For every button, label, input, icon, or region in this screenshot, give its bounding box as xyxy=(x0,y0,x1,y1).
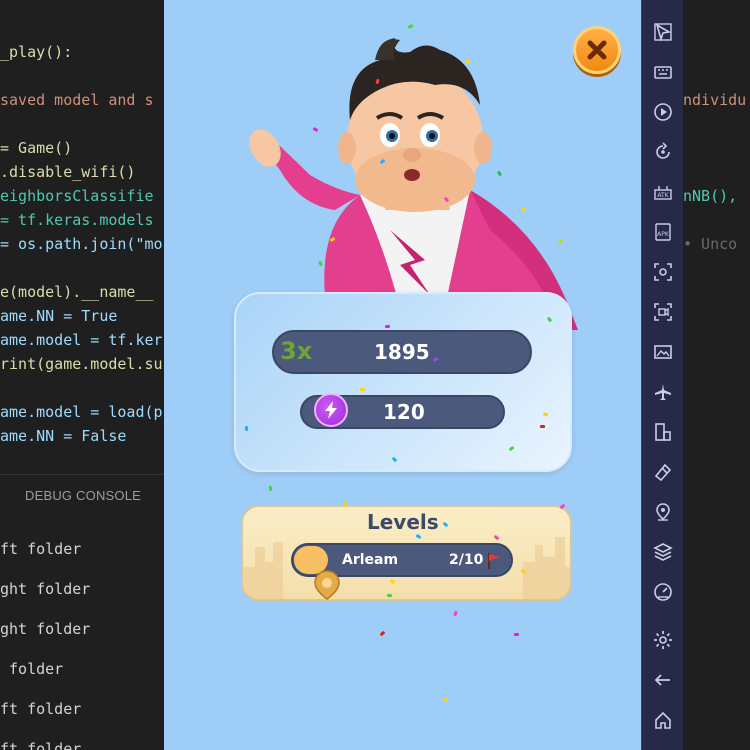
back-icon[interactable] xyxy=(651,668,675,692)
record-icon[interactable] xyxy=(651,100,675,124)
confetti-piece xyxy=(386,593,393,598)
pointer-icon[interactable] xyxy=(651,20,675,44)
home-icon[interactable] xyxy=(651,708,675,732)
atk-icon[interactable]: ATK xyxy=(651,180,675,204)
code-line: = os.path.join("mo xyxy=(0,235,163,253)
code-line: .disable_wifi() xyxy=(0,163,136,181)
screenshot-icon[interactable] xyxy=(651,260,675,284)
confetti-piece xyxy=(384,324,391,329)
confetti-piece xyxy=(244,425,249,432)
apk-icon[interactable]: APK xyxy=(651,220,675,244)
multi-window-icon[interactable] xyxy=(651,420,675,444)
gallery-icon[interactable] xyxy=(651,340,675,364)
terminal-line: folder xyxy=(0,660,64,678)
code-line: = Game() xyxy=(0,139,73,157)
svg-text:ATK: ATK xyxy=(657,192,669,199)
eraser-icon[interactable] xyxy=(651,460,675,484)
location-icon[interactable] xyxy=(651,500,675,524)
confetti-piece xyxy=(360,388,365,391)
confetti-piece xyxy=(540,425,545,428)
close-button[interactable] xyxy=(573,26,621,74)
code-line: ndividu xyxy=(683,91,747,109)
confetti-piece xyxy=(513,632,520,637)
code-line: e(model).__name__ xyxy=(0,283,154,301)
code-editor: _play():saved model and s = Game() .disabl… xyxy=(0,0,164,750)
code-line: saved model and s xyxy=(0,91,154,109)
layers-icon[interactable] xyxy=(651,540,675,564)
location-pin-icon xyxy=(314,570,340,600)
code-line: eighborsClassifie xyxy=(0,187,154,205)
svg-text:APK: APK xyxy=(657,231,670,238)
code-line: • Unco xyxy=(683,235,738,253)
speed-icon[interactable] xyxy=(651,580,675,604)
debug-console-tab[interactable]: DEBUG CONSOLE xyxy=(25,488,141,503)
score-panel xyxy=(234,292,572,472)
airplane-icon[interactable] xyxy=(651,380,675,404)
code-line: ame.NN = True xyxy=(0,307,118,325)
flag-icon xyxy=(488,553,500,569)
code-line: ame.NN = False xyxy=(0,427,127,445)
code-line: nNB(), xyxy=(683,187,738,205)
level-progress: 2/10 xyxy=(449,552,484,568)
terminal-line: ft folder xyxy=(0,540,82,558)
character-illustration xyxy=(249,38,578,330)
code-line: _play(): xyxy=(0,43,73,61)
multiplier-label: 3x xyxy=(280,337,313,365)
terminal-line: ft folder xyxy=(0,740,82,750)
code-line: rint(game.model.su xyxy=(0,355,163,373)
screen-record-icon[interactable] xyxy=(651,300,675,324)
code-line: ame.model = load(p xyxy=(0,403,163,421)
score-value: 1895 xyxy=(374,340,430,364)
terminal-line: ght folder xyxy=(0,580,91,598)
code-line: = tf.keras.models xyxy=(0,211,154,229)
keyboard-icon[interactable] xyxy=(651,60,675,84)
terminal-line: ft folder xyxy=(0,700,82,718)
editor-right-overflow: ndividu nNB(), • Unco xyxy=(683,0,750,750)
levels-title: Levels xyxy=(367,510,439,534)
emulator-sidebar: ATK APK xyxy=(641,0,683,750)
energy-value: 120 xyxy=(383,400,425,424)
level-name: Arleam xyxy=(342,552,399,568)
rotate-icon[interactable] xyxy=(651,140,675,164)
close-icon xyxy=(587,40,607,60)
lightning-icon xyxy=(314,393,348,427)
code-line: ame.model = tf.ker xyxy=(0,331,163,349)
terminal-line: ght folder xyxy=(0,620,91,638)
settings-icon[interactable] xyxy=(651,628,675,652)
